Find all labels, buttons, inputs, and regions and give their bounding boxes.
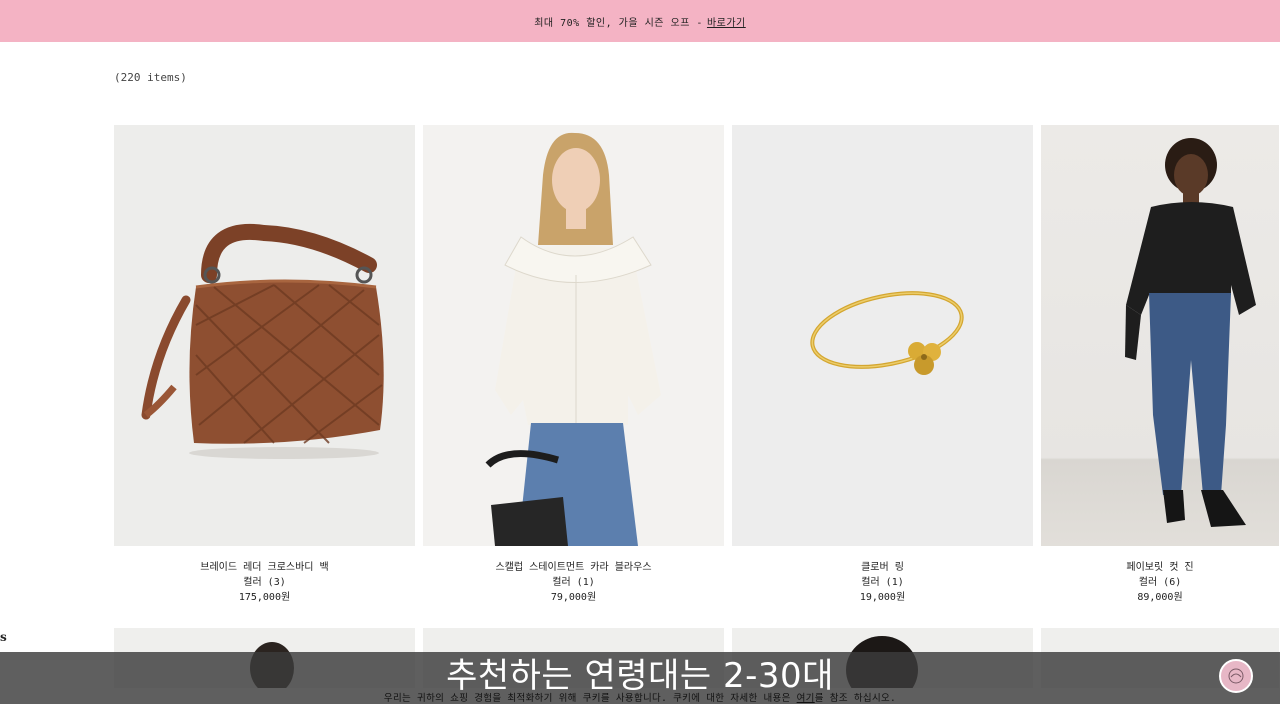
product-price: 175,000원 — [238, 592, 291, 603]
cookie-notice-text: 우리는 귀하의 쇼핑 경험을 최적화하기 위해 쿠키를 사용합니다. 쿠키에 대… — [383, 693, 797, 704]
product-price: 89,000원 — [1137, 592, 1183, 603]
product-card[interactable]: 페이보릿 컷 진 컬러 (6) 89,000원 — [1041, 125, 1279, 605]
product-name[interactable]: 브레이드 레더 크로스바디 백 — [114, 560, 415, 575]
blouse-model-image — [485, 132, 661, 546]
product-name[interactable]: 페이보릿 컷 진 — [1041, 560, 1279, 575]
channel-logo-icon — [1219, 659, 1253, 693]
product-image[interactable] — [732, 125, 1033, 546]
product-card[interactable]: 스캘럽 스테이트먼트 카라 블라우스 컬러 (1) 79,000원 — [423, 125, 724, 605]
jeans-model-image — [1125, 138, 1256, 527]
cookie-notice: 우리는 귀하의 쇼핑 경험을 최적화하기 위해 쿠키를 사용합니다. 쿠키에 대… — [0, 690, 1280, 704]
promo-text: 최대 70% 할인, 가을 시즌 오프 - — [534, 17, 703, 29]
product-price: 79,000원 — [550, 592, 597, 603]
promo-banner: 최대 70% 할인, 가을 시즌 오프 - 바로가기 — [0, 0, 1280, 42]
item-count: (220 items) — [114, 71, 187, 84]
product-colors: 컬러 (6) — [1138, 577, 1182, 588]
product-price: 19,000원 — [859, 592, 906, 603]
product-name[interactable]: 클로버 링 — [732, 560, 1033, 575]
ring-image — [810, 291, 964, 375]
product-info: 클로버 링 컬러 (1) 19,000원 — [732, 546, 1033, 605]
cookie-notice-suffix: 를 참조 하십시오. — [814, 693, 897, 704]
product-card[interactable]: 클로버 링 컬러 (1) 19,000원 — [732, 125, 1033, 605]
product-info: 스캘럽 스테이트먼트 카라 블라우스 컬러 (1) 79,000원 — [423, 546, 724, 605]
product-info: 페이보릿 컷 진 컬러 (6) 89,000원 — [1041, 546, 1279, 605]
product-card[interactable]: 브레이드 레더 크로스바디 백 컬러 (3) 175,000원 — [114, 125, 415, 605]
product-image[interactable] — [1041, 125, 1279, 546]
product-grid: 브레이드 레더 크로스바디 백 컬러 (3) 175,000원 스캘럽 스테이트… — [114, 125, 1279, 605]
product-colors: 컬러 (3) — [243, 577, 286, 588]
product-colors: 컬러 (1) — [861, 577, 904, 588]
product-image[interactable] — [423, 125, 724, 546]
handbag-image — [141, 223, 384, 459]
product-image[interactable] — [114, 125, 415, 546]
promo-shop-link[interactable]: 바로가기 — [707, 14, 746, 29]
product-info: 브레이드 레더 크로스바디 백 컬러 (3) 175,000원 — [114, 546, 415, 605]
product-colors: 컬러 (1) — [552, 577, 595, 588]
product-name[interactable]: 스캘럽 스테이트먼트 카라 블라우스 — [423, 560, 724, 575]
cropped-sidebar-text: s — [0, 630, 7, 644]
cookie-info-link[interactable]: 여기 — [797, 693, 815, 704]
